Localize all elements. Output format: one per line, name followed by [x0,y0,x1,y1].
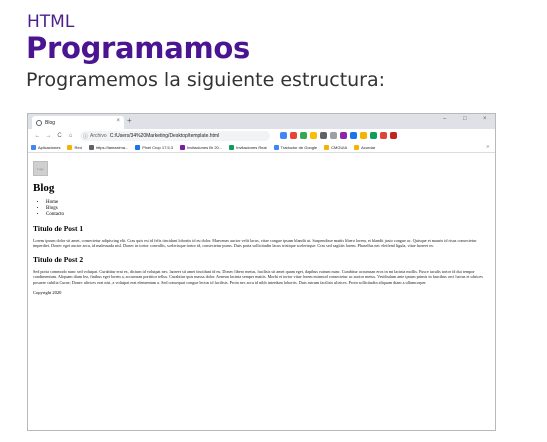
browser-window: Blog × + – □ × ← → C ⌂ ⓘ Archivo C:/User… [27,113,496,431]
extension-icon[interactable] [380,132,387,139]
extension-icon[interactable] [330,132,337,139]
extension-icon[interactable] [290,132,297,139]
extension-icon[interactable] [320,132,327,139]
bookmark-icon [67,145,73,150]
close-icon[interactable]: × [116,118,120,124]
window-close-button[interactable]: × [483,116,487,122]
rendered-page: Logo Blog HomeBlogsContacto Titulo de Po… [28,153,495,301]
bookmark-icon [31,145,36,150]
bookmark-item[interactable]: Red [67,145,82,150]
tab-title: Blog [45,119,56,126]
bookmark-icon [88,145,94,150]
reload-button[interactable]: C [54,133,65,139]
home-button[interactable]: ⌂ [65,133,76,139]
bookmark-icon [273,145,279,150]
bookmark-item[interactable]: https://lamaxima... [88,145,129,150]
back-button[interactable]: ← [32,133,43,139]
bookmark-label: Pixel Crop 17.5.3 [142,145,173,150]
bookmarks-overflow-button[interactable]: » [486,144,489,150]
extension-icon[interactable] [340,132,347,139]
slide-subtitle: Programemos la siguiente estructura: [26,69,386,91]
bookmark-label: Invitaciones Real [236,145,267,150]
blog-heading: Blog [33,182,55,194]
globe-icon [36,119,42,126]
bookmark-item[interactable]: Acordar [354,145,375,150]
bookmark-icon [179,145,185,150]
post-title: Titulo de Post 2 [33,254,84,264]
address-bar[interactable]: ⓘ Archivo C:/Users/34%20Marketing/Deskto… [80,131,270,141]
extension-icon[interactable] [280,132,287,139]
tab-bar: Blog × + – □ × [28,114,495,129]
bookmark-label: Traductor de Google [280,145,318,150]
bookmark-label: Aplicaciones [38,145,61,150]
address-scheme-label: Archivo [90,133,107,139]
bookmark-label: Red [74,145,82,150]
extension-icon[interactable] [360,132,367,139]
bookmark-item[interactable]: Aplicaciones [31,145,60,150]
posts-container: Titulo de Post 1 Lorem ipsum dolor sit am… [33,224,490,285]
bookmark-label: https://lamaxima... [95,145,129,150]
bookmark-icon [135,145,141,150]
bookmark-item[interactable]: Invitaciones Real [229,145,267,150]
slide-kicker: HTML [27,12,75,32]
copyright-text: Copyright 2020 [33,290,62,296]
post-body: Lorem ipsum dolor sit amet, consectetur … [33,238,477,249]
bookmark-icon [324,145,330,150]
tab-blog[interactable]: Blog × [32,116,124,129]
info-icon[interactable]: ⓘ [83,133,88,140]
forward-button[interactable]: → [43,133,54,139]
post-body: Sed porta commodo nunc sed volutpat. Cur… [33,268,483,285]
bookmark-item[interactable]: Traductor de Google [273,145,318,150]
bookmark-icon [354,145,360,150]
bookmark-label: CMGUIA [331,145,348,150]
minimize-button[interactable]: – [443,116,446,122]
address-url[interactable]: C:/Users/34%20Marketing/Desktop/template… [110,133,220,139]
post-title: Titulo de Post 1 [33,224,84,233]
bookmark-label: Acordar [361,145,376,150]
extension-icon[interactable] [390,132,397,139]
bookmark-icon [229,145,235,150]
extensions-toolbar [280,132,400,139]
extension-icon[interactable] [350,132,357,139]
menu-item[interactable]: Contacto [46,212,490,218]
logo-image-placeholder: Logo [33,161,48,176]
extension-icon[interactable] [300,132,307,139]
maximize-button[interactable]: □ [463,116,467,122]
blog-menu: HomeBlogsContacto [46,200,490,218]
bookmark-item[interactable]: CMGUIA [324,145,347,150]
extension-icon[interactable] [310,132,317,139]
slide-title: Programamos [26,31,250,65]
bookmarks-bar: Aplicaciones Red https://lamaxima... Pixel … [28,143,495,153]
extension-icon[interactable] [370,132,377,139]
bookmark-item[interactable]: Pixel Crop 17.5.3 [135,145,173,150]
bookmark-item[interactable]: Invitaciones Br 20... [179,145,223,150]
new-tab-button[interactable]: + [127,116,132,125]
navigation-bar: ← → C ⌂ ⓘ Archivo C:/Users/34%20Marketin… [28,129,495,143]
bookmark-label: Invitaciones Br 20... [186,145,223,150]
